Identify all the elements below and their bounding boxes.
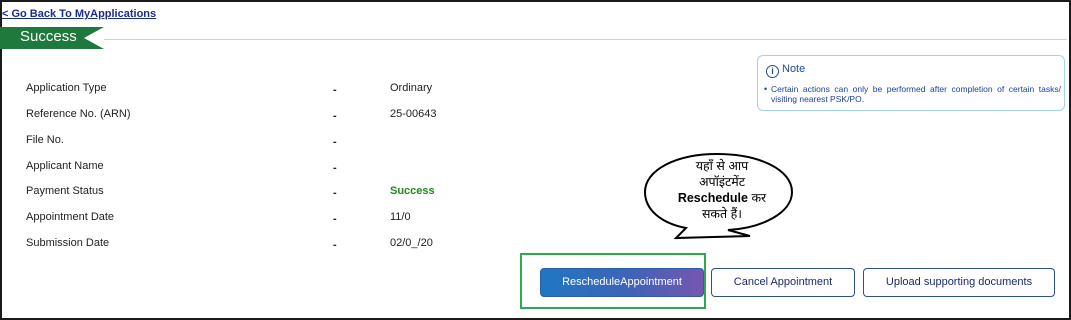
detail-separator: - xyxy=(333,84,337,96)
banner-divider xyxy=(104,39,1067,40)
detail-value: 02/0_/20 xyxy=(390,237,433,249)
detail-row-file-no: File No. - xyxy=(26,134,456,154)
upload-documents-button[interactable]: Upload supporting documents xyxy=(863,268,1055,297)
detail-label: Payment Status xyxy=(26,185,104,197)
detail-label: File No. xyxy=(26,134,64,146)
detail-label: Submission Date xyxy=(26,237,110,249)
detail-label: Appointment Date xyxy=(26,211,115,223)
info-icon: i xyxy=(766,65,779,78)
detail-separator: - xyxy=(333,213,337,225)
detail-separator: - xyxy=(333,187,337,199)
banner-title: Success xyxy=(20,28,77,45)
detail-value: 11/0 xyxy=(390,211,411,223)
detail-value: Ordinary xyxy=(390,82,433,94)
detail-separator: - xyxy=(333,239,337,251)
detail-separator: - xyxy=(333,110,337,122)
detail-value: 25-00643 xyxy=(390,108,437,120)
detail-row-reference-no: Reference No. (ARN) - 25-00643 xyxy=(26,108,456,128)
cancel-appointment-button[interactable]: Cancel Appointment xyxy=(711,268,855,297)
detail-row-appointment-date: Appointment Date - 11/0 xyxy=(26,211,456,231)
note-box: i Note • Certain actions can only be per… xyxy=(757,55,1065,111)
payment-status-value: Success xyxy=(390,185,435,197)
callout-line-rest: कर xyxy=(747,191,767,205)
callout-text: यहाँ से आप अपॉइंटमेंट Reschedule कर सकते… xyxy=(652,158,792,222)
callout-line: Reschedule कर xyxy=(652,190,792,206)
success-banner: Success xyxy=(0,27,104,49)
reschedule-appointment-button[interactable]: RescheduleAppointment xyxy=(540,268,704,297)
detail-label: Applicant Name xyxy=(26,160,104,172)
detail-row-submission-date: Submission Date - 02/0_/20 xyxy=(26,237,456,257)
detail-row-payment-status: Payment Status - Success xyxy=(26,185,456,205)
detail-label: Reference No. (ARN) xyxy=(26,108,131,120)
note-title: Note xyxy=(782,63,806,75)
note-text: Certain actions can only be performed af… xyxy=(771,84,1061,104)
callout-bubble: यहाँ से आप अपॉइंटमेंट Reschedule कर सकते… xyxy=(640,150,795,242)
callout-line: सकते हैं। xyxy=(701,207,743,221)
note-bullet: • xyxy=(764,84,768,94)
detail-row-applicant-name: Applicant Name - xyxy=(26,160,456,180)
callout-emphasis: Reschedule xyxy=(677,191,748,205)
detail-row-application-type: Application Type - Ordinary xyxy=(26,82,456,102)
callout-line: यहाँ से आप xyxy=(695,159,749,173)
detail-label: Application Type xyxy=(26,82,107,94)
detail-separator: - xyxy=(333,162,337,174)
detail-separator: - xyxy=(333,136,337,148)
callout-line: अपॉइंटमेंट xyxy=(698,175,746,189)
back-to-applications-link[interactable]: < Go Back To MyApplications xyxy=(2,8,156,20)
